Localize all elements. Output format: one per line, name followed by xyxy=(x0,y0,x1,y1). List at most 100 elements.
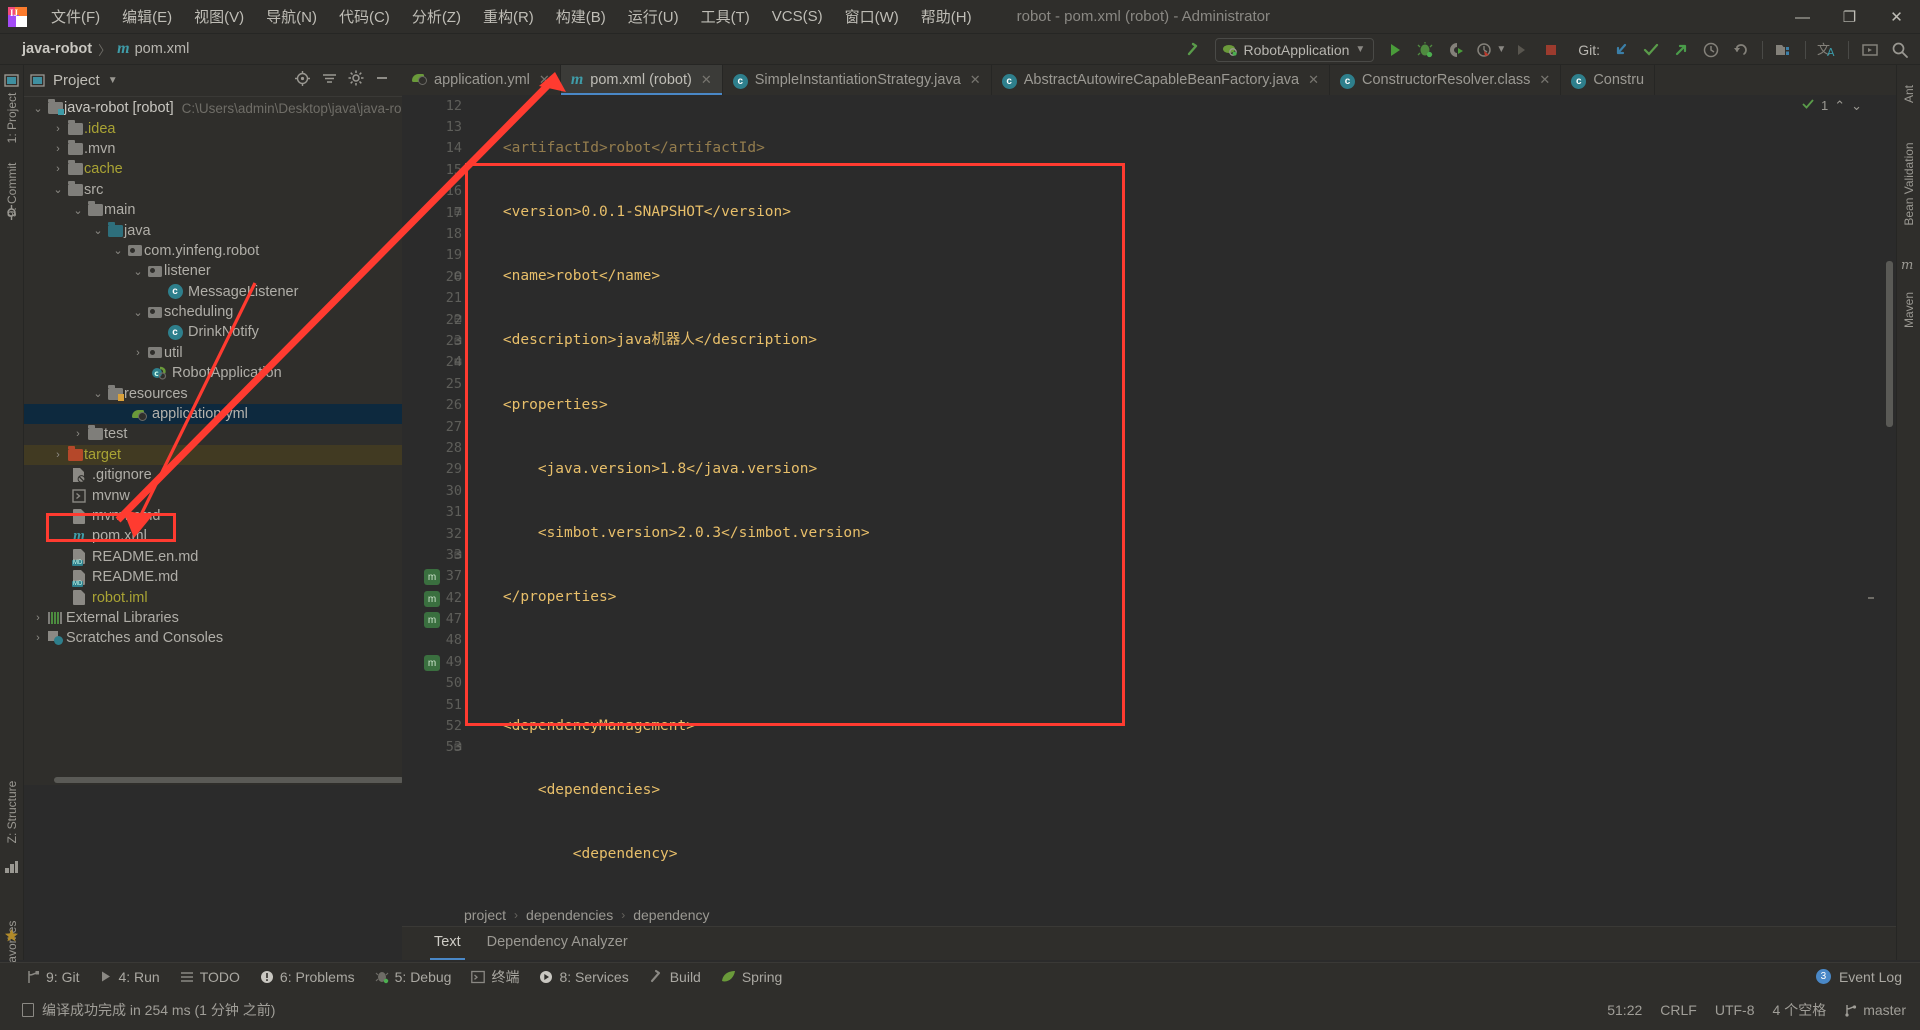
expand-arrow-icon[interactable]: › xyxy=(50,123,66,135)
close-tab-icon[interactable]: ✕ xyxy=(1539,72,1550,88)
run-configuration-selector[interactable]: RobotApplication ▼ xyxy=(1214,37,1375,62)
menu-window[interactable]: 窗口(W) xyxy=(834,2,910,31)
expand-arrow-icon[interactable]: › xyxy=(30,632,46,644)
expand-arrow-icon[interactable]: ⌄ xyxy=(30,102,46,115)
menu-build[interactable]: 构建(B) xyxy=(545,2,617,31)
maven-dependency-gutter-icon[interactable]: m xyxy=(424,612,440,628)
tree-item-mvnw-cmd[interactable]: mvnw.cmd xyxy=(24,506,402,526)
editor-gutter[interactable]: 12 13 14 15 16 17 18 19 20 21 22 23 24 2… xyxy=(402,95,468,904)
expand-arrow-icon[interactable]: ⌄ xyxy=(130,265,146,278)
run-with-coverage-button[interactable] xyxy=(1441,37,1469,62)
tab-text[interactable]: Text xyxy=(430,934,465,960)
tab-constructor-resolver-class[interactable]: c ConstructorResolver.class ✕ xyxy=(1330,65,1562,95)
fold-marker-icon[interactable]: ⊟ xyxy=(452,737,464,758)
rail-label-maven[interactable]: Maven xyxy=(1902,278,1916,342)
build-hammer-icon[interactable] xyxy=(1180,37,1208,62)
stop-button[interactable] xyxy=(1537,37,1565,62)
tree-item-readme-en-md[interactable]: MD README.en.md xyxy=(24,547,402,567)
tree-item-cache[interactable]: › cache xyxy=(24,159,402,179)
expand-arrow-icon[interactable]: › xyxy=(50,143,66,155)
tree-item-robot-application[interactable]: c RobotApplication xyxy=(24,363,402,383)
search-everywhere-icon[interactable] xyxy=(1886,37,1914,62)
expand-arrow-icon[interactable]: › xyxy=(130,347,146,359)
collapse-all-icon[interactable] xyxy=(321,70,338,92)
tool-terminal[interactable]: 终端 xyxy=(471,967,519,987)
code-editor[interactable]: 1 ⌃ ⌄ 12 13 14 15 16 17 18 19 20 21 22 2 xyxy=(402,95,1896,904)
expand-arrow-icon[interactable]: › xyxy=(70,428,86,440)
menu-navigate[interactable]: 导航(N) xyxy=(255,2,328,31)
tree-item-mvnw[interactable]: mvnw xyxy=(24,485,402,505)
maximize-button[interactable]: ❐ xyxy=(1826,0,1873,34)
tool-debug[interactable]: 5: Debug xyxy=(375,969,451,985)
tree-item-idea[interactable]: › .idea xyxy=(24,118,402,138)
editor-vertical-scrollbar[interactable] xyxy=(1886,261,1893,427)
tool-services[interactable]: 8: Services xyxy=(539,969,629,985)
tool-problems[interactable]: 6: Problems xyxy=(260,969,355,985)
tab-dependency-analyzer[interactable]: Dependency Analyzer xyxy=(487,934,628,954)
fold-marker-icon[interactable]: ⊟ xyxy=(452,309,464,330)
menu-code[interactable]: 代码(C) xyxy=(328,2,401,31)
close-tab-icon[interactable]: ✕ xyxy=(970,72,981,88)
tool-todo[interactable]: TODO xyxy=(180,969,240,985)
chevron-up-icon[interactable]: ⌃ xyxy=(1834,98,1845,114)
fold-marker-icon[interactable]: ⊟ xyxy=(452,266,464,287)
breadcrumb-file[interactable]: pom.xml xyxy=(135,41,190,57)
maven-dependency-gutter-icon[interactable]: m xyxy=(424,655,440,671)
tree-item-mvn[interactable]: › .mvn xyxy=(24,139,402,159)
close-tab-icon[interactable]: ✕ xyxy=(1308,72,1319,88)
expand-arrow-icon[interactable]: › xyxy=(50,449,66,461)
tree-item-robot-iml[interactable]: robot.iml xyxy=(24,587,402,607)
git-update-project-icon[interactable] xyxy=(1607,37,1635,62)
maven-dependency-gutter-icon[interactable]: m xyxy=(424,569,440,585)
expand-arrow-icon[interactable]: ⌄ xyxy=(70,204,86,217)
rail-label-ant[interactable]: Ant xyxy=(1902,72,1916,116)
tree-item-scheduling[interactable]: ⌄ scheduling xyxy=(24,302,402,322)
tree-item-drink-notify[interactable]: c DrinkNotify xyxy=(24,322,402,342)
tab-abstract-autowire-capable-bean-factory[interactable]: c AbstractAutowireCapableBeanFactory.jav… xyxy=(992,65,1330,95)
tree-item-pom-xml[interactable]: m pom.xml xyxy=(24,526,402,546)
editor-error-stripe-mark[interactable] xyxy=(1868,597,1874,599)
menu-vcs[interactable]: VCS(S) xyxy=(761,4,834,29)
undo-icon[interactable] xyxy=(1727,37,1755,62)
close-tab-icon[interactable]: ✕ xyxy=(701,72,712,88)
event-log-widget[interactable]: 3 Event Log xyxy=(1815,969,1902,985)
scroll-from-source-icon[interactable] xyxy=(294,70,311,92)
rail-label-project[interactable]: 1: Project xyxy=(5,82,19,154)
tree-item-com-yinfeng-robot[interactable]: ⌄ com.yinfeng.robot xyxy=(24,241,402,261)
breadcrumb-dependency-node[interactable]: dependency xyxy=(633,907,709,923)
tree-item-readme-md[interactable]: MD README.md xyxy=(24,567,402,587)
tab-pom-xml[interactable]: m pom.xml (robot) ✕ xyxy=(560,65,723,95)
minimize-button[interactable]: — xyxy=(1779,0,1826,34)
tree-item-src[interactable]: ⌄ src xyxy=(24,180,402,200)
tool-run[interactable]: 4: Run xyxy=(99,969,160,985)
project-view-chevron-icon[interactable]: ▼ xyxy=(108,75,118,86)
menu-edit[interactable]: 编辑(E) xyxy=(111,2,183,31)
tree-item-target[interactable]: › target xyxy=(24,444,402,466)
fold-marker-icon[interactable]: ⊟ xyxy=(452,202,464,223)
profiler-button[interactable] xyxy=(1471,37,1499,62)
debug-button[interactable] xyxy=(1411,37,1439,62)
git-branch-widget[interactable]: master xyxy=(1844,1002,1906,1018)
project-horizontal-scrollbar[interactable] xyxy=(54,777,404,783)
tool-git[interactable]: 9: Git xyxy=(26,969,79,985)
breadcrumb-project[interactable]: java-robot xyxy=(22,41,92,57)
expand-arrow-icon[interactable]: ⌄ xyxy=(110,244,126,257)
project-structure-icon[interactable] xyxy=(1770,37,1798,62)
tab-application-yml[interactable]: application.yml ✕ xyxy=(402,65,561,95)
menu-refactor[interactable]: 重构(R) xyxy=(472,2,545,31)
fold-marker-icon[interactable]: ⊟ xyxy=(452,331,464,352)
fold-marker-icon[interactable]: ⊟ xyxy=(452,545,464,566)
menu-help[interactable]: 帮助(H) xyxy=(910,2,983,31)
rail-label-commit[interactable]: 9: Commit xyxy=(5,154,19,226)
menu-analyze[interactable]: 分析(Z) xyxy=(401,2,472,31)
expand-arrow-icon[interactable]: ⌄ xyxy=(50,183,66,196)
close-button[interactable]: ✕ xyxy=(1873,0,1920,34)
menu-view[interactable]: 视图(V) xyxy=(183,2,255,31)
favorites-star-icon[interactable] xyxy=(4,928,19,948)
line-separator[interactable]: CRLF xyxy=(1660,1002,1697,1018)
maven-dependency-gutter-icon[interactable]: m xyxy=(424,591,440,607)
caret-position[interactable]: 51:22 xyxy=(1607,1002,1642,1018)
expand-arrow-icon[interactable]: ⌄ xyxy=(90,387,106,400)
expand-arrow-icon[interactable]: › xyxy=(50,163,66,175)
git-push-icon[interactable] xyxy=(1667,37,1695,62)
